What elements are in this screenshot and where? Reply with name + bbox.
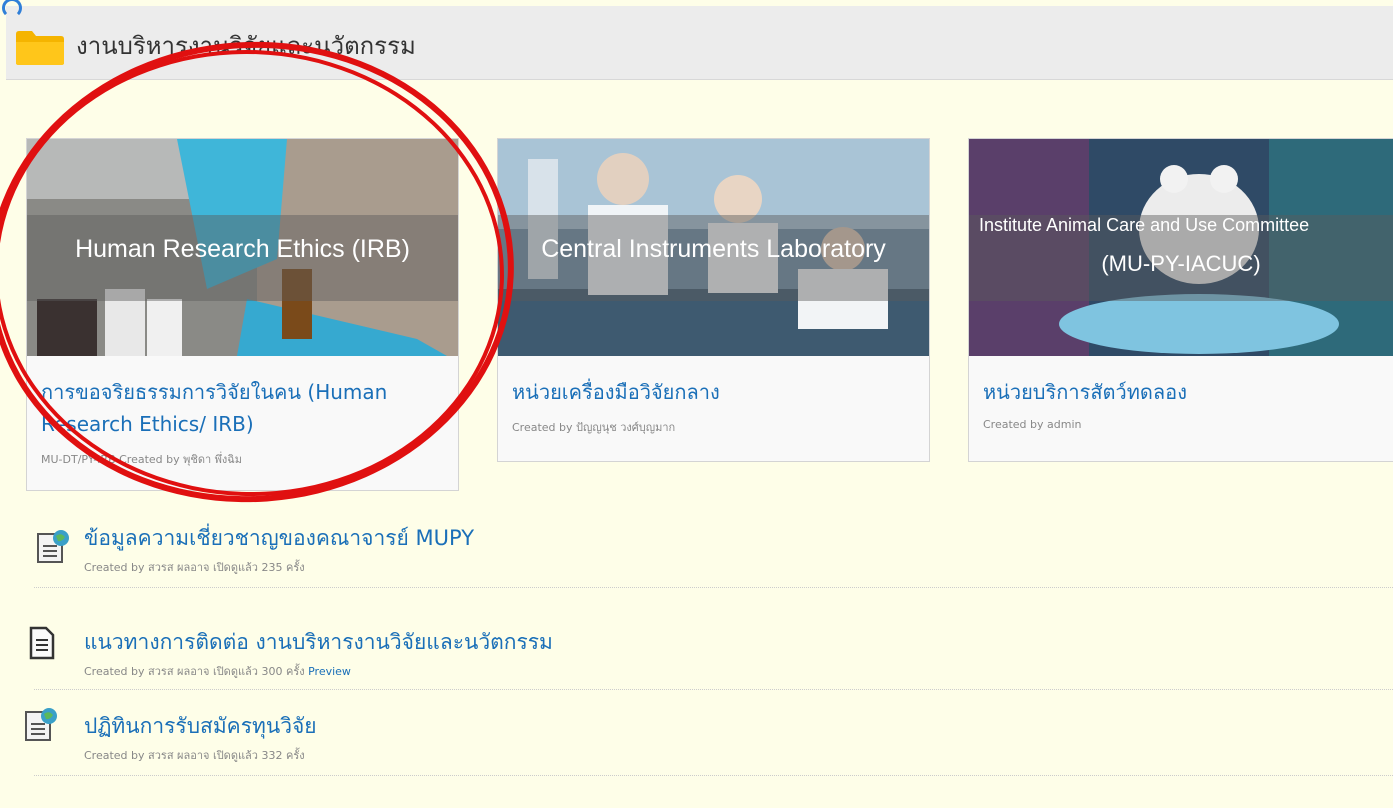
list-item-meta: Created by สวรส ผลอาจ เปิดดูแล้ว 332 ครั… bbox=[84, 749, 305, 762]
loading-spinner-icon bbox=[2, 0, 22, 18]
card-banner-text: Institute Animal Care and Use Committee bbox=[979, 215, 1310, 235]
page-header: งานบริหารงานวิจัยและนวัตกรรม bbox=[2, 0, 1393, 80]
card-banner-image[interactable]: Institute Animal Care and Use Committee … bbox=[969, 139, 1393, 356]
document-globe-icon bbox=[37, 530, 69, 563]
list-item-faculty-expertise[interactable]: ข้อมูลความเชี่ยวชาญของคณาจารย์ MUPY Crea… bbox=[34, 518, 1393, 588]
card-central-instruments[interactable]: Central Instruments Laboratory หน่วยเครื… bbox=[497, 138, 930, 462]
card-banner-subtext: (MU-PY-IACUC) bbox=[1101, 251, 1261, 276]
list-item-meta: Created by สวรส ผลอาจ เปิดดูแล้ว 300 ครั… bbox=[84, 662, 351, 680]
card-animal-care[interactable]: Institute Animal Care and Use Committee … bbox=[968, 138, 1393, 462]
page-title: งานบริหารงานวิจัยและนวัตกรรม bbox=[76, 32, 416, 60]
card-meta: Created by admin bbox=[983, 418, 1082, 431]
card-banner-image[interactable]: Central Instruments Laboratory bbox=[498, 139, 929, 356]
folder-icon bbox=[16, 31, 64, 65]
card-title-link[interactable]: หน่วยบริการสัตว์ทดลอง bbox=[969, 356, 1393, 408]
preview-link[interactable]: Preview bbox=[308, 665, 351, 678]
list-item-meta: Created by สวรส ผลอาจ เปิดดูแล้ว 235 ครั… bbox=[84, 561, 305, 574]
card-meta: MU-DT/PY-IRB Created by พุชิดา พึ่งฉิม bbox=[41, 453, 243, 466]
card-title-link[interactable]: การขอจริยธรรมการวิจัยในคน (Human Researc… bbox=[27, 356, 458, 440]
card-banner-image[interactable]: Human Research Ethics (IRB) bbox=[27, 139, 458, 356]
list-item-grant-calendar[interactable]: ปฏิทินการรับสมัครทุนวิจัย Created by สวร… bbox=[25, 706, 1393, 776]
document-globe-icon bbox=[25, 708, 57, 741]
list-item-contact-guide[interactable]: แนวทางการติดต่อ งานบริหารงานวิจัยและนวัต… bbox=[29, 622, 1393, 690]
list-item-link[interactable]: ปฏิทินการรับสมัครทุนวิจัย bbox=[84, 710, 317, 743]
card-meta: Created by ปัญญนุช วงศ์บุญมาก bbox=[512, 421, 676, 434]
document-icon bbox=[29, 626, 55, 660]
list-item-meta-text: Created by สวรส ผลอาจ เปิดดูแล้ว 300 ครั… bbox=[84, 665, 305, 678]
card-title-link[interactable]: หน่วยเครื่องมือวิจัยกลาง bbox=[498, 356, 929, 408]
list-item-link[interactable]: ข้อมูลความเชี่ยวชาญของคณาจารย์ MUPY bbox=[84, 522, 474, 555]
card-irb[interactable]: Human Research Ethics (IRB) การขอจริยธรร… bbox=[26, 138, 459, 491]
card-banner-text: Human Research Ethics (IRB) bbox=[75, 235, 410, 263]
card-banner-text: Central Instruments Laboratory bbox=[541, 235, 886, 263]
list-item-link[interactable]: แนวทางการติดต่อ งานบริหารงานวิจัยและนวัต… bbox=[84, 626, 553, 659]
